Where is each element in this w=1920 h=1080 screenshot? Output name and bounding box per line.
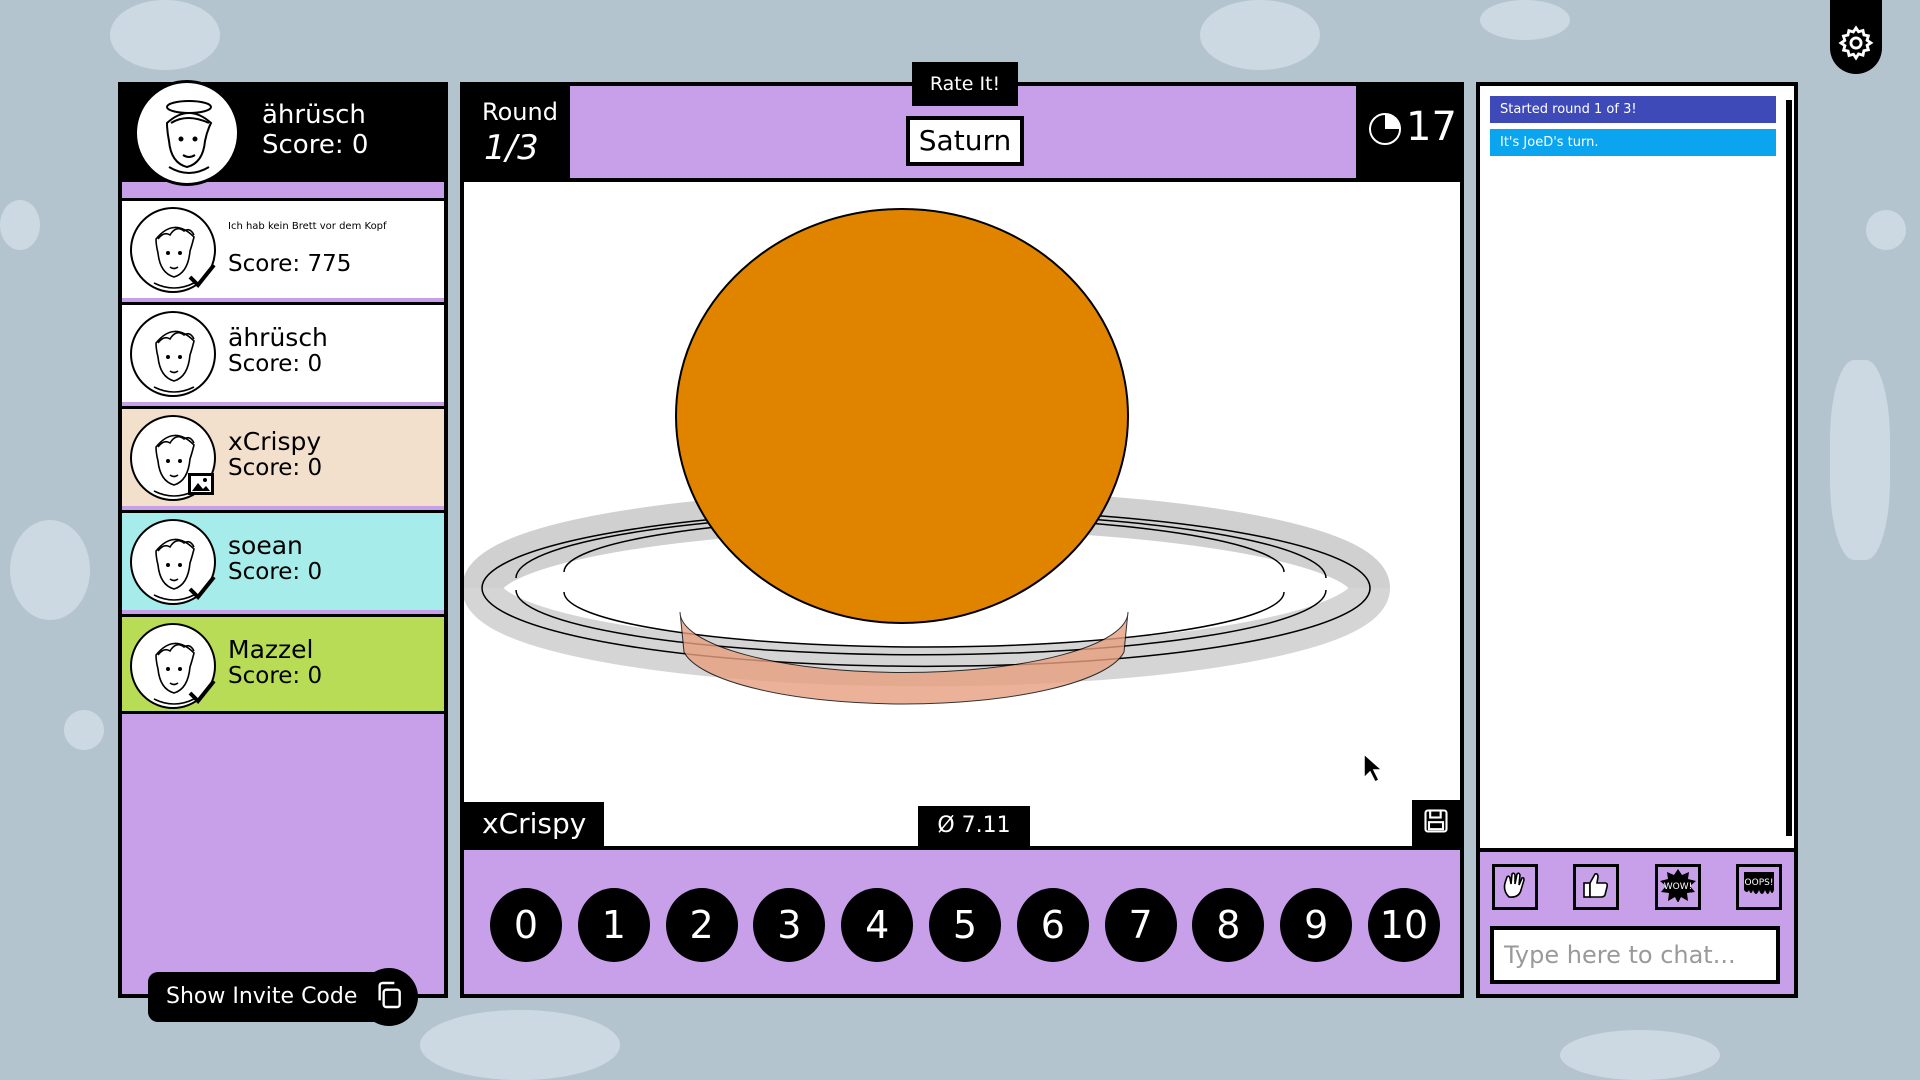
rating-button-3[interactable]: 3 [753, 888, 826, 962]
drawing-picture-icon [186, 469, 216, 499]
checkmark-icon [186, 573, 216, 603]
background-splotch [1480, 0, 1570, 40]
chat-message: Started round 1 of 3! [1490, 96, 1776, 123]
checkmark-icon [186, 261, 216, 291]
rating-button-0[interactable]: 0 [490, 888, 562, 962]
player-row: Ich hab kein Brett vor dem Kopf Score: 77… [122, 198, 444, 298]
current-word: Saturn [906, 116, 1024, 166]
mouse-cursor-icon [1362, 752, 1388, 788]
chat-scrollbar[interactable] [1786, 100, 1792, 836]
round-indicator: Round 1/3 [464, 86, 570, 178]
rating-button-7[interactable]: 7 [1104, 888, 1177, 962]
floppy-disk-icon [1422, 807, 1450, 839]
svg-text:OOPS!: OOPS! [1745, 878, 1774, 888]
current-player-card: ährüsch Score: 0 [122, 80, 444, 186]
background-splotch [110, 0, 220, 70]
player-row: ährüsch Score: 0 [122, 302, 444, 402]
avatar [134, 80, 240, 186]
background-splotch [1866, 210, 1906, 250]
show-invite-code-button[interactable]: Show Invite Code [148, 972, 386, 1022]
average-rating: Ø 7.11 [918, 806, 1030, 846]
reaction-buttons: WOW! OOPS! [1492, 864, 1782, 912]
rating-button-10[interactable]: 10 [1367, 888, 1440, 962]
checkmark-icon [186, 677, 216, 707]
timer: 17 [1356, 86, 1460, 178]
rating-buttons: 0 1 2 3 4 5 6 7 8 9 10 [490, 888, 1440, 964]
background-splotch [1200, 0, 1320, 70]
player-name: Ich hab kein Brett vor dem Kopf [228, 221, 387, 232]
wow-reaction-button[interactable]: WOW! [1654, 864, 1701, 910]
background-splotch [1830, 360, 1890, 560]
player-score: Score: 0 [228, 455, 323, 481]
rating-button-5[interactable]: 5 [928, 888, 1001, 962]
svg-text:WOW!: WOW! [1663, 882, 1692, 892]
artist-name: xCrispy [464, 802, 605, 846]
thumbs-up-icon [1580, 869, 1612, 905]
wave-reaction-button[interactable] [1492, 864, 1538, 910]
current-player-name: ährüsch [262, 100, 366, 130]
player-row: xCrispy Score: 0 [122, 406, 444, 506]
avatar [130, 311, 216, 397]
player-score: Score: 0 [228, 351, 323, 377]
background-splotch [1560, 1030, 1720, 1080]
saturn-drawing [464, 208, 1390, 705]
settings-button[interactable] [1830, 0, 1882, 74]
chat-input[interactable] [1490, 926, 1780, 984]
rating-button-9[interactable]: 9 [1280, 888, 1353, 962]
copy-icon [373, 979, 405, 1015]
player-name: xCrispy [228, 427, 322, 456]
background-splotch [0, 200, 40, 250]
player-row: Mazzel Score: 0 [122, 614, 444, 714]
rating-button-2[interactable]: 2 [665, 888, 738, 962]
planet-body [675, 208, 1129, 624]
chat-panel: Started round 1 of 3! It's JoeD's turn. [1476, 82, 1798, 998]
round-value: 1/3 [484, 128, 539, 168]
rating-button-1[interactable]: 1 [577, 888, 650, 962]
game-panel: Round 1/3 Rate It! Saturn 17 xCrispy Ø 7… [460, 62, 1464, 998]
copy-invite-button[interactable] [360, 968, 418, 1026]
current-player-score: Score: 0 [262, 130, 369, 160]
pie-timer-icon [1368, 112, 1402, 150]
chat-message: It's JoeD's turn. [1490, 129, 1776, 156]
rating-button-6[interactable]: 6 [1016, 888, 1089, 962]
background-splotch [420, 1010, 620, 1080]
oops-icon: OOPS! [1740, 868, 1778, 906]
chat-log: Started round 1 of 3! It's JoeD's turn. [1490, 96, 1776, 162]
player-score: Score: 775 [228, 251, 352, 277]
player-row: soean Score: 0 [122, 510, 444, 610]
player-name: soean [228, 531, 303, 560]
player-name: Mazzel [228, 635, 314, 664]
player-name: ährüsch [228, 323, 328, 352]
background-splotch [10, 520, 90, 620]
gear-icon [1837, 24, 1875, 66]
wow-icon: WOW! [1659, 868, 1697, 906]
rating-button-8[interactable]: 8 [1192, 888, 1265, 962]
rating-button-4[interactable]: 4 [841, 888, 914, 962]
player-list-panel: ährüsch Score: 0 Ich hab kein Brett vor … [118, 80, 448, 998]
player-score: Score: 0 [228, 559, 323, 585]
timer-value: 17 [1406, 104, 1457, 150]
player-score: Score: 0 [228, 663, 323, 689]
thumbs-up-reaction-button[interactable] [1573, 864, 1620, 910]
drawing-canvas: xCrispy Ø 7.11 [464, 178, 1460, 850]
oops-reaction-button[interactable]: OOPS! [1735, 864, 1782, 910]
chat-controls: WOW! OOPS! [1480, 848, 1794, 994]
save-drawing-button[interactable] [1412, 800, 1460, 846]
invite-label: Show Invite Code [166, 984, 358, 1009]
wave-icon [1499, 869, 1531, 905]
round-label: Round [482, 98, 558, 126]
rate-it-label: Rate It! [912, 62, 1018, 106]
background-splotch [64, 710, 104, 750]
